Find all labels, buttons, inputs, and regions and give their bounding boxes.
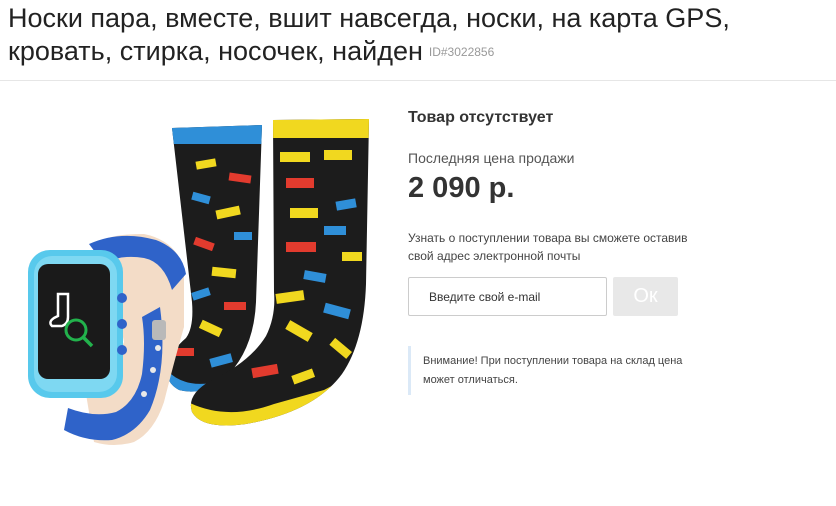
page-header: Носки пара, вместе, вшит навсегда, носки…	[0, 0, 836, 81]
last-price-label: Последняя цена продажи	[408, 150, 575, 166]
ok-button[interactable]: Ок	[613, 277, 678, 316]
price-change-notice: Внимание! При поступлении товара на скла…	[408, 346, 698, 395]
email-input[interactable]	[408, 277, 607, 316]
gps-watch	[28, 234, 186, 445]
product-photo-illustration	[28, 119, 369, 445]
product-image	[24, 112, 379, 457]
last-price: 2 090 р.	[408, 172, 515, 204]
product-id: ID#3022856	[428, 45, 495, 60]
product-title: Носки пара, вместе, вшит навсегда, носки…	[8, 2, 828, 69]
notify-description: Узнать о поступлении товара вы сможете о…	[408, 231, 688, 263]
product-title-text: Носки пара, вместе, вшит навсегда, носки…	[8, 3, 730, 66]
product-page: Носки пара, вместе, вшит навсегда, носки…	[0, 0, 836, 506]
stock-status: Товар отсутствует	[408, 109, 554, 126]
